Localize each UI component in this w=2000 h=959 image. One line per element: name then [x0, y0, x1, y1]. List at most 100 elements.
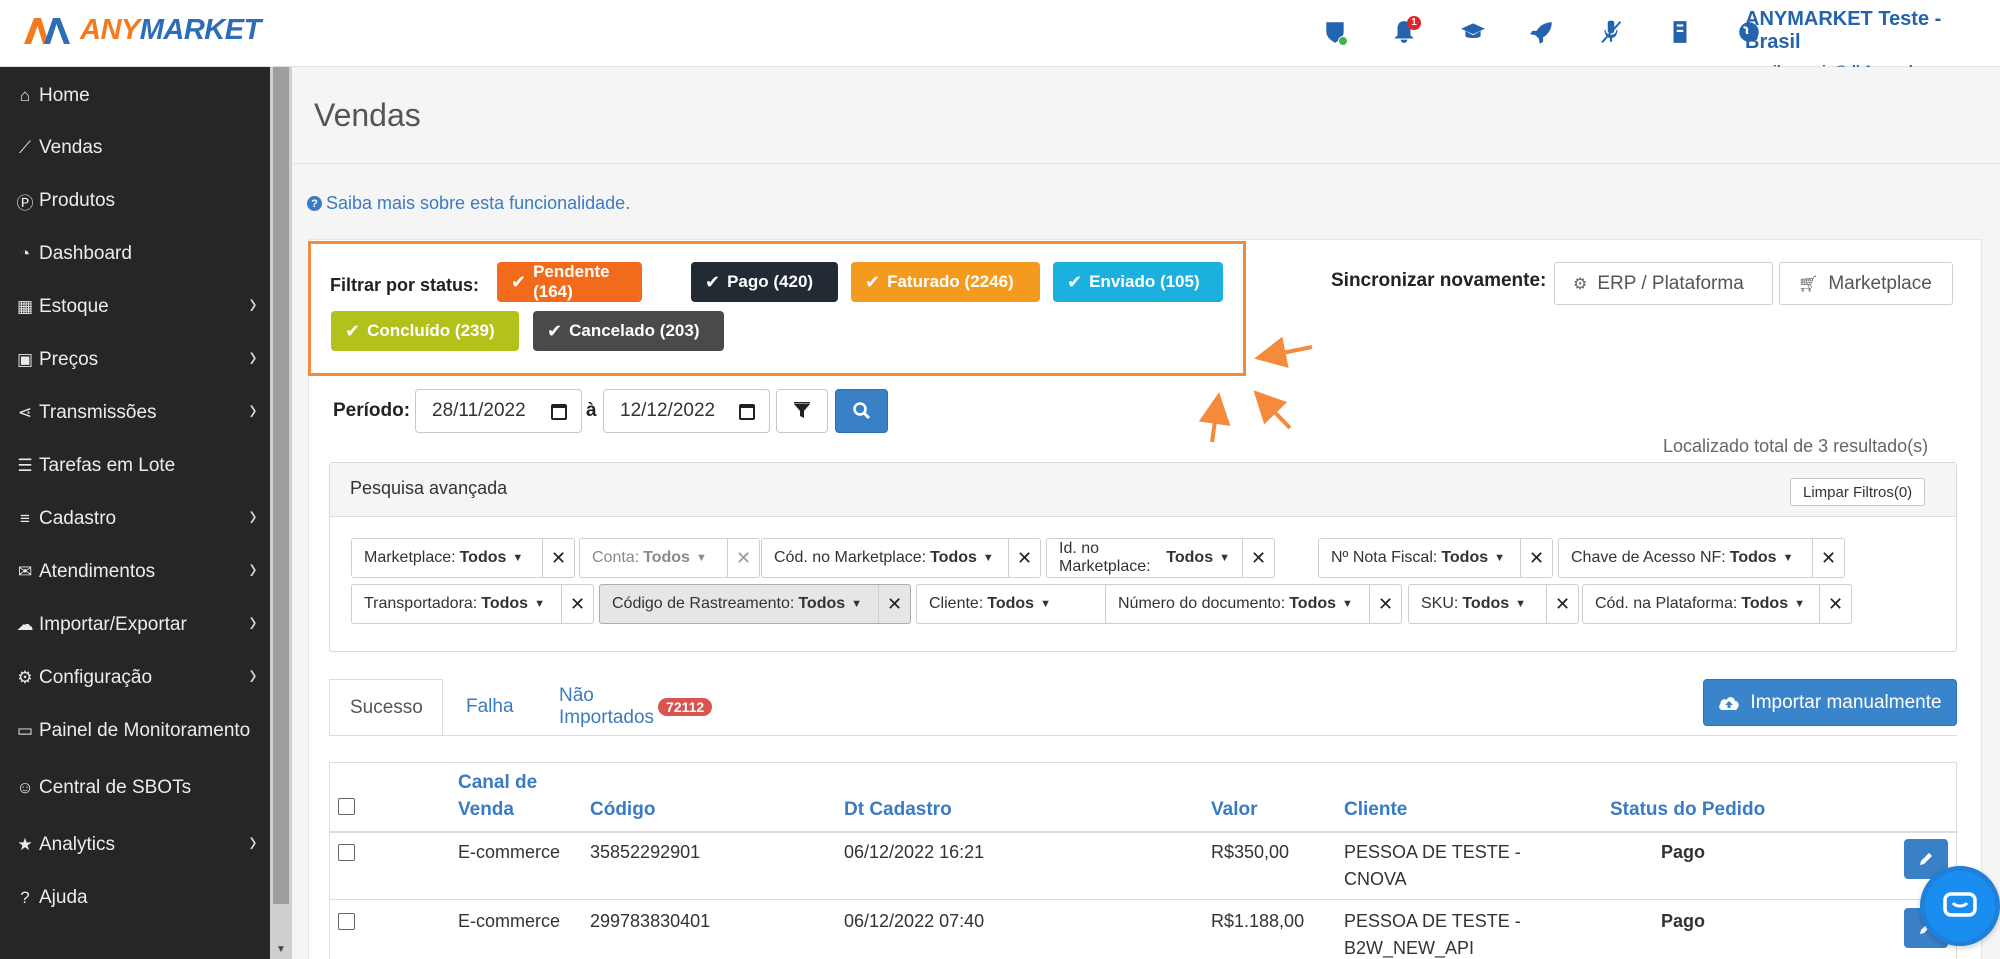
sidebar-item-painel-de-monitoramento[interactable]: ▭ Painel de Monitoramento	[0, 711, 270, 751]
column-header-code[interactable]: Código	[590, 796, 655, 823]
remove-filter-icon[interactable]: ✕	[1369, 585, 1401, 623]
chevron-right-icon: ›	[249, 393, 257, 426]
sidebar-item-atendimentos[interactable]: ✉ Atendimentos ›	[0, 552, 270, 592]
filter-chip-chave-de-acesso-nf: Chave de Acesso NF: Todos ▼ ✕	[1558, 538, 1845, 578]
search-button[interactable]	[835, 389, 888, 433]
shield-icon[interactable]	[1300, 14, 1369, 50]
row-code[interactable]: 35852292901	[590, 839, 700, 866]
remove-filter-icon[interactable]: ✕	[1819, 585, 1851, 623]
filter-dropdown[interactable]: Cód. no Marketplace: Todos ▼	[762, 539, 1008, 577]
building-icon[interactable]	[1645, 14, 1714, 50]
sidebar-item-tarefas-em-lote[interactable]: ☰ Tarefas em Lote	[0, 446, 270, 486]
sidebar-item-pre-os[interactable]: ▣ Preços ›	[0, 340, 270, 380]
filter-dropdown[interactable]: Transportadora: Todos ▼	[352, 585, 561, 623]
row-checkbox[interactable]	[338, 844, 355, 861]
filter-dropdown[interactable]: Nº Nota Fiscal: Todos ▼	[1319, 539, 1520, 577]
sidebar-item-label: Transmissões	[39, 402, 157, 423]
sidebar-item-estoque[interactable]: ▦ Estoque ›	[0, 287, 270, 327]
status-chip-label: Concluído (239)	[367, 321, 495, 340]
microphone-off-icon[interactable]	[1576, 14, 1645, 50]
cloud-icon: ☁	[16, 615, 34, 634]
calendar-icon[interactable]	[551, 404, 567, 420]
remove-filter-icon[interactable]: ✕	[1546, 585, 1578, 623]
sidebar-item-central-de-sbots[interactable]: ☺ Central de SBOTs	[0, 768, 270, 808]
filter-chip-c-d-na-plataforma: Cód. na Plataforma: Todos ▼ ✕	[1582, 584, 1852, 624]
select-all-checkbox[interactable]	[338, 798, 355, 815]
chat-widget-button[interactable]	[1920, 866, 2000, 946]
start-date-input[interactable]: 28/11/2022	[415, 389, 582, 433]
remove-filter-icon[interactable]: ✕	[727, 539, 759, 577]
check-icon: ✔	[705, 271, 721, 292]
search-icon	[852, 402, 870, 420]
filter-chip-n-mero-do-documento: Número do documento: Todos ▼ ✕	[1105, 584, 1402, 624]
top-bar: ANYMARKET 1 ANYMARKET Teste - Brasil cam…	[0, 0, 2000, 78]
sidebar-item-importar-exportar[interactable]: ☁ Importar/Exportar ›	[0, 605, 270, 645]
row-code[interactable]: 29978383040​1	[590, 908, 710, 935]
help-link[interactable]: ? Saiba mais sobre esta funcionalidade.	[307, 193, 630, 214]
filter-dropdown[interactable]: Cód. na Plataforma: Todos ▼	[1583, 585, 1819, 623]
graduation-cap-icon[interactable]	[1438, 14, 1507, 50]
anymarket-logo[interactable]: ANYMARKET	[22, 12, 261, 48]
bell-icon[interactable]: 1	[1369, 14, 1438, 50]
status-chip-sent[interactable]: ✔ Enviado (105)	[1053, 262, 1223, 302]
filter-dropdown[interactable]: Cliente: Todos ▼	[917, 585, 1116, 623]
remove-filter-icon[interactable]: ✕	[878, 585, 910, 623]
column-header-channel[interactable]: Canal de Venda	[458, 769, 537, 823]
advanced-search-header[interactable]: Pesquisa avançada Limpar Filtros(0)	[330, 463, 1956, 517]
column-header-date[interactable]: Dt Cadastro	[844, 796, 952, 823]
chevron-right-icon: ›	[249, 605, 257, 638]
filter-dropdown[interactable]: Chave de Acesso NF: Todos ▼	[1559, 539, 1812, 577]
tab-not-imported[interactable]: Não Importados 72112	[539, 679, 732, 735]
sidebar-item-ajuda[interactable]: ? Ajuda	[0, 878, 270, 918]
status-chip-completed[interactable]: ✔ Concluído (239)	[331, 311, 519, 351]
erp-sync-button[interactable]: ⚙ ERP / Plataforma	[1554, 262, 1773, 305]
sidebar-item-dashboard[interactable]: ◔ Dashboard	[0, 234, 270, 274]
status-chip-invoiced[interactable]: ✔ Faturado (2246)	[851, 262, 1040, 302]
column-header-value[interactable]: Valor	[1211, 796, 1257, 823]
filter-dropdown[interactable]: Id. no Marketplace: Todos ▼	[1047, 539, 1242, 577]
sidebar-item-transmiss-es[interactable]: ⋖ Transmissões ›	[0, 393, 270, 433]
sidebar-scrollbar[interactable]: ▼	[270, 67, 292, 959]
product-p-icon: Ⓟ	[16, 193, 34, 213]
tab-success[interactable]: Sucesso	[329, 679, 443, 735]
sidebar-item-analytics[interactable]: ★ Analytics ›	[0, 825, 270, 865]
results-count: Localizado total de 3 resultado(s)	[1663, 436, 1929, 456]
remove-filter-icon[interactable]: ✕	[1520, 539, 1552, 577]
logo-text: ANYMARKET	[80, 13, 261, 46]
row-checkbox[interactable]	[338, 913, 355, 930]
column-header-client[interactable]: Cliente	[1344, 796, 1407, 823]
filter-dropdown[interactable]: Código de Rastreamento: Todos ▼	[600, 585, 878, 623]
clear-filters-button[interactable]: Limpar Filtros(0)	[1790, 478, 1926, 506]
filter-name: Cód. no Marketplace:	[774, 549, 927, 566]
sidebar-item-configura-o[interactable]: ⚙ Configuração ›	[0, 658, 270, 698]
remove-filter-icon[interactable]: ✕	[561, 585, 593, 623]
remove-filter-icon[interactable]: ✕	[542, 539, 574, 577]
end-date-input[interactable]: 12/12/2022	[603, 389, 770, 433]
filter-dropdown[interactable]: SKU: Todos ▼	[1409, 585, 1546, 623]
tab-failure[interactable]: Falha	[446, 679, 534, 735]
status-chip-paid[interactable]: ✔ Pago (420)	[691, 262, 838, 302]
filter-dropdown[interactable]: Conta: Todos ▼	[580, 539, 727, 577]
remove-filter-icon[interactable]: ✕	[1008, 539, 1040, 577]
status-chip-pending[interactable]: ✔ Pendente (164)	[497, 262, 642, 302]
rocket-icon[interactable]	[1507, 14, 1576, 50]
filter-dropdown[interactable]: Marketplace: Todos ▼	[352, 539, 542, 577]
caret-down-icon: ▼	[1782, 552, 1794, 564]
scrollbar-thumb[interactable]	[273, 67, 289, 904]
marketplace-sync-button[interactable]: 🛒︎ Marketplace	[1779, 262, 1953, 305]
column-header-status[interactable]: Status do Pedido	[1610, 796, 1765, 823]
caret-down-icon: ▼	[512, 552, 524, 564]
sidebar-item-vendas[interactable]: ⟋ Vendas	[0, 128, 270, 168]
filter-button[interactable]	[776, 389, 828, 433]
scroll-down-arrow[interactable]: ▼	[276, 944, 286, 955]
calendar-icon[interactable]	[739, 404, 755, 420]
remove-filter-icon[interactable]: ✕	[1242, 539, 1274, 577]
remove-filter-icon[interactable]: ✕	[1812, 539, 1844, 577]
sidebar-item-cadastro[interactable]: ≡ Cadastro ›	[0, 499, 270, 539]
sidebar-item-produtos[interactable]: Ⓟ Produtos	[0, 181, 270, 221]
check-icon: ✔	[345, 320, 361, 341]
filter-dropdown[interactable]: Número do documento: Todos ▼	[1106, 585, 1369, 623]
sidebar-item-home[interactable]: ⌂ Home	[0, 76, 270, 116]
status-chip-cancelled[interactable]: ✔ Cancelado (203)	[533, 311, 724, 351]
import-manually-button[interactable]: Importar manualmente	[1703, 679, 1957, 726]
